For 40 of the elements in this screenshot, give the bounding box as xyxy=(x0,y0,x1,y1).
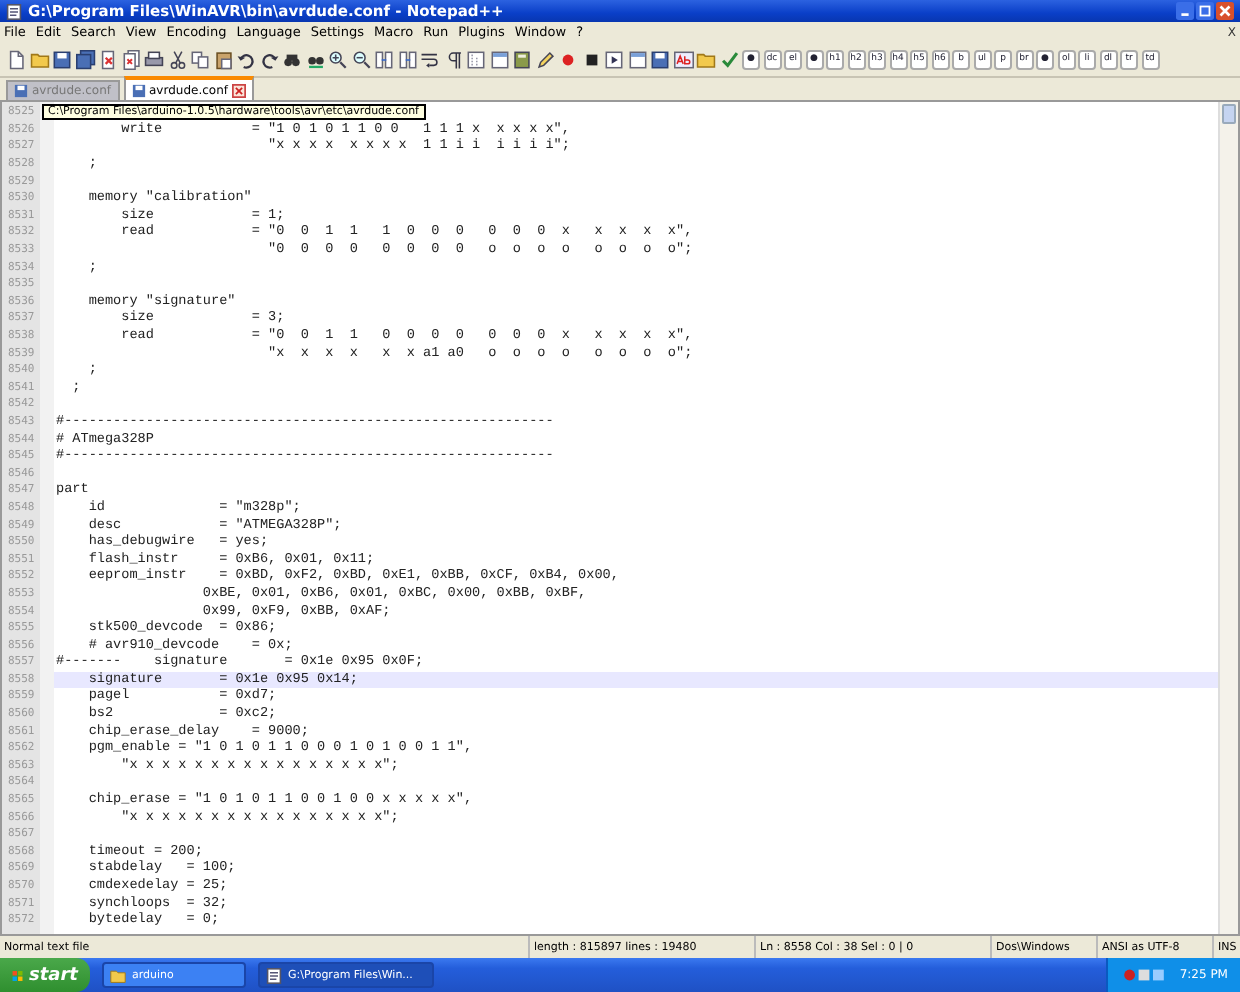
windows-logo-icon xyxy=(12,967,24,983)
close-icon[interactable] xyxy=(232,83,246,97)
undo-icon[interactable] xyxy=(236,49,256,69)
redo-icon[interactable] xyxy=(259,49,279,69)
scrollbar[interactable] xyxy=(1218,102,1238,934)
notepad-icon xyxy=(6,3,22,19)
notepad-icon xyxy=(266,967,282,983)
stop-icon[interactable] xyxy=(581,49,601,69)
new-file-icon[interactable] xyxy=(6,49,26,69)
scroll-thumb[interactable] xyxy=(1222,104,1236,124)
maximize-button[interactable] xyxy=(1196,2,1214,20)
panel-icon[interactable] xyxy=(489,49,509,69)
folder-icon xyxy=(110,967,126,983)
sync-scroll-icon[interactable] xyxy=(397,49,417,69)
book-icon[interactable] xyxy=(512,49,532,69)
close-button[interactable] xyxy=(1216,2,1234,20)
disks-icon[interactable] xyxy=(75,49,95,69)
binoculars-icon[interactable] xyxy=(282,49,302,69)
zoom-out-icon[interactable] xyxy=(351,49,371,69)
scissors-icon[interactable] xyxy=(167,49,187,69)
minimize-button[interactable] xyxy=(1176,2,1194,20)
play-icon[interactable] xyxy=(604,49,624,69)
indent-guide-icon[interactable] xyxy=(466,49,486,69)
start-button[interactable]: start xyxy=(0,958,90,992)
close-files-icon[interactable] xyxy=(121,49,141,69)
panel-icon[interactable] xyxy=(627,49,647,69)
zoom-in-icon[interactable] xyxy=(328,49,348,69)
spell-check-icon[interactable] xyxy=(673,49,693,69)
checkmark-icon[interactable] xyxy=(719,49,739,69)
tray-icons-drawing[interactable] xyxy=(1119,966,1168,984)
sync-scroll-icon[interactable] xyxy=(374,49,394,69)
printer-icon[interactable] xyxy=(144,49,164,69)
close-file-icon[interactable] xyxy=(98,49,118,69)
folder-icon[interactable] xyxy=(696,49,716,69)
clipboard-icon[interactable] xyxy=(213,49,233,69)
copy-icon[interactable] xyxy=(190,49,210,69)
record-icon[interactable] xyxy=(558,49,578,69)
pilcrow-icon[interactable] xyxy=(443,49,463,69)
word-wrap-icon[interactable] xyxy=(420,49,440,69)
pencil-icon[interactable] xyxy=(535,49,555,69)
